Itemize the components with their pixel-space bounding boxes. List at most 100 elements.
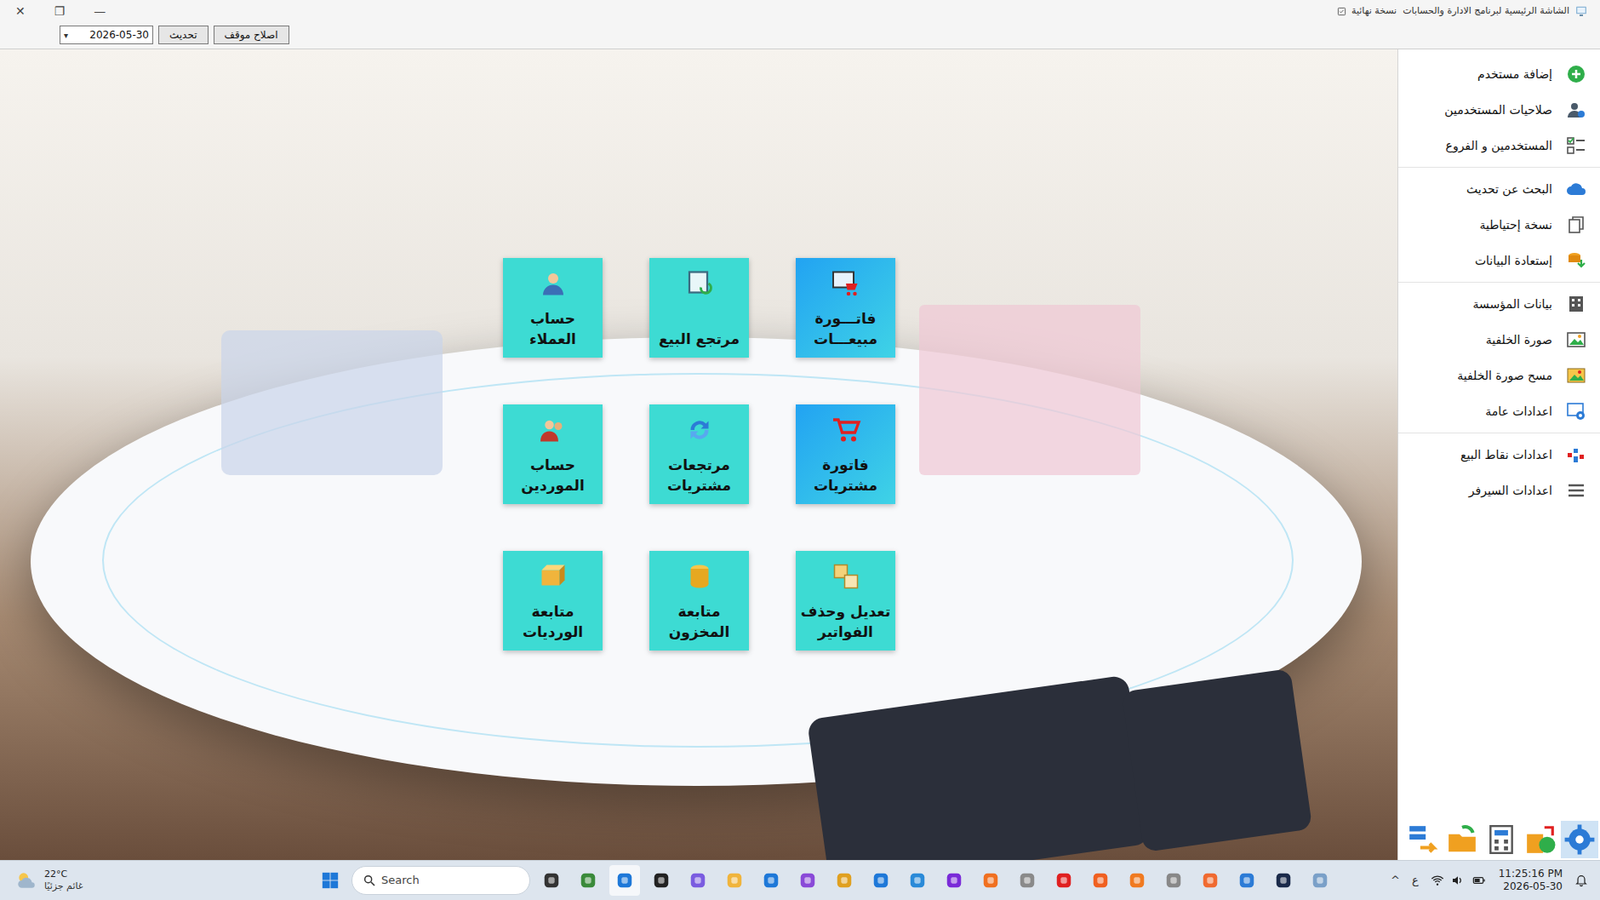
tile-label[interactable]: مرتجع البيع	[658, 328, 740, 349]
clock-time[interactable]: 11:25:16 PM	[1498, 867, 1563, 880]
app-icon[interactable]	[944, 870, 964, 890]
sidebar-item[interactable]: اعدادات السيرفر	[1398, 472, 1600, 509]
sidebar-item-label[interactable]: صلاحيات المستخدمين	[1444, 101, 1553, 120]
quick-action-button[interactable]	[1404, 820, 1442, 858]
sales-invoice-tile[interactable]: فاتـــورة مبيعـــات	[795, 257, 896, 358]
dropdown-arrow-icon[interactable]: ▾	[63, 28, 69, 42]
minimize-button[interactable]: —	[90, 5, 109, 18]
sales-return-tile[interactable]: مرتجع البيع	[649, 257, 749, 358]
taskbar-app[interactable]	[1011, 864, 1043, 896]
tile-label[interactable]: متابعة الورديات	[522, 600, 583, 642]
taskbar-app[interactable]	[645, 864, 677, 896]
sidebar-item-label[interactable]: اعدادات السيرفر	[1468, 481, 1553, 500]
app-icon[interactable]	[798, 870, 818, 890]
sidebar-item-label[interactable]: بيانات المؤسسة	[1473, 295, 1553, 314]
sidebar-item[interactable]: مسح صورة الخلفية	[1398, 357, 1600, 394]
app-icon[interactable]	[688, 870, 708, 890]
start-button[interactable]	[314, 864, 346, 896]
tray-chevron-icon[interactable]: ^	[1390, 871, 1400, 889]
quick-action-button[interactable]	[1482, 820, 1520, 858]
app-icon[interactable]	[1017, 870, 1037, 890]
date-dropdown[interactable]: ▾ 2026-05-30	[59, 25, 154, 45]
app-icon[interactable]	[651, 870, 671, 890]
clock[interactable]: 11:25:16 PM2026-05-30	[1498, 867, 1563, 893]
tile-label[interactable]: فاتـــورة مبيعـــات	[813, 308, 878, 349]
taskbar-app[interactable]	[1085, 864, 1116, 896]
taskbar-app[interactable]	[536, 864, 567, 896]
edit-invoices-tile[interactable]: تعديل وحذف الفواتير	[795, 550, 896, 651]
quick-action-button[interactable]	[1560, 820, 1599, 858]
sidebar-item-label[interactable]: إضافة مستخدم	[1477, 65, 1553, 84]
app-icon[interactable]	[1054, 870, 1074, 890]
taskbar-app[interactable]	[1121, 864, 1153, 896]
sidebar-item[interactable]: نسخة إحتياطية	[1398, 206, 1600, 243]
sidebar-item[interactable]: صورة الخلفية	[1398, 321, 1600, 358]
tile-label[interactable]: متابعة المخزون	[668, 600, 731, 642]
cash-icon[interactable]	[1524, 822, 1557, 856]
sidebar-item[interactable]: اعدادات نقاط البيع	[1398, 436, 1600, 473]
taskbar-search[interactable]	[351, 865, 531, 895]
sidebar-item-label[interactable]: المستخدمين و الفروع	[1445, 137, 1553, 155]
sidebar-item-label[interactable]: نسخة إحتياطية	[1479, 216, 1553, 235]
taskbar-app[interactable]	[609, 864, 640, 896]
taskbar-app[interactable]	[1048, 864, 1080, 896]
tile-label[interactable]: فاتورة مشتريات	[813, 454, 878, 496]
taskbar-app[interactable]	[682, 864, 714, 896]
taskbar-app[interactable]	[719, 864, 750, 896]
sidebar-item-label[interactable]: صورة الخلفية	[1485, 331, 1553, 349]
sidebar-item-label[interactable]: إستعادة البيانات	[1474, 251, 1553, 270]
quick-action-button[interactable]	[1521, 820, 1560, 858]
taskbar-app[interactable]	[1194, 864, 1226, 896]
app-icon[interactable]	[761, 870, 781, 890]
close-button[interactable]: ✕	[11, 5, 29, 18]
keyboard-language[interactable]: ع	[1411, 871, 1419, 889]
sidebar-item[interactable]: بيانات المؤسسة	[1398, 285, 1600, 322]
purchase-returns-tile[interactable]: مرتجعات مشتريات	[649, 404, 749, 504]
app-icon[interactable]	[834, 870, 854, 890]
fix-button[interactable]: اصلاح موقف	[213, 25, 290, 45]
notification-bell-icon[interactable]	[1574, 873, 1589, 887]
sidebar-item-label[interactable]: البحث عن تحديث	[1466, 180, 1553, 199]
search-input[interactable]	[381, 871, 520, 889]
taskbar-app[interactable]	[1268, 864, 1299, 896]
settings-gear-icon[interactable]	[1563, 822, 1596, 856]
date-value[interactable]: 2026-05-30	[89, 27, 149, 43]
purchase-invoice-tile[interactable]: فاتورة مشتريات	[795, 404, 896, 504]
taskbar-app[interactable]	[1158, 864, 1189, 896]
windows-logo-icon[interactable]	[320, 870, 340, 890]
tray-indicators[interactable]	[1430, 873, 1487, 887]
taskbar-app[interactable]	[572, 864, 604, 896]
taskbar-app[interactable]	[755, 864, 787, 896]
taskbar-app[interactable]	[902, 864, 933, 896]
taskbar-app[interactable]	[792, 864, 823, 896]
inventory-tile[interactable]: متابعة المخزون	[649, 550, 749, 651]
sidebar-item[interactable]: المستخدمين و الفروع	[1398, 127, 1600, 164]
sidebar-item[interactable]: البحث عن تحديث	[1398, 171, 1600, 207]
taskbar-app[interactable]	[1231, 864, 1263, 896]
taskbar-app[interactable]	[938, 864, 970, 896]
app-icon[interactable]	[981, 870, 1000, 890]
refresh-button[interactable]: تحديث	[158, 25, 209, 45]
tile-label[interactable]: حساب العملاء	[529, 308, 577, 349]
app-icon[interactable]	[908, 870, 927, 890]
taskbar-app[interactable]	[1304, 864, 1336, 896]
tile-label[interactable]: مرتجعات مشتريات	[667, 454, 732, 496]
app-icon[interactable]	[1091, 870, 1110, 890]
sidebar-item-label[interactable]: مسح صورة الخلفية	[1457, 366, 1553, 385]
taskbar-app[interactable]	[865, 864, 897, 896]
app-icon[interactable]	[578, 870, 598, 890]
customers-account-tile[interactable]: حساب العملاء	[502, 257, 603, 358]
app-icon[interactable]	[615, 870, 635, 890]
sidebar-item[interactable]: إستعادة البيانات	[1398, 242, 1600, 279]
tile-label[interactable]: تعديل وحذف الفواتير	[800, 600, 892, 642]
app-icon[interactable]	[1127, 870, 1147, 890]
shifts-tile[interactable]: متابعة الورديات	[502, 550, 603, 651]
app-icon[interactable]	[725, 870, 744, 890]
sidebar-item-label[interactable]: اعدادات نقاط البيع	[1460, 445, 1553, 464]
sidebar-item[interactable]: اعدادات عامة	[1398, 393, 1600, 429]
sidebar-item[interactable]: إضافة مستخدم	[1398, 56, 1600, 92]
calculator-icon[interactable]	[1485, 822, 1518, 856]
quick-action-button[interactable]	[1443, 820, 1481, 858]
app-icon[interactable]	[1164, 870, 1183, 890]
app-icon[interactable]	[871, 870, 891, 890]
